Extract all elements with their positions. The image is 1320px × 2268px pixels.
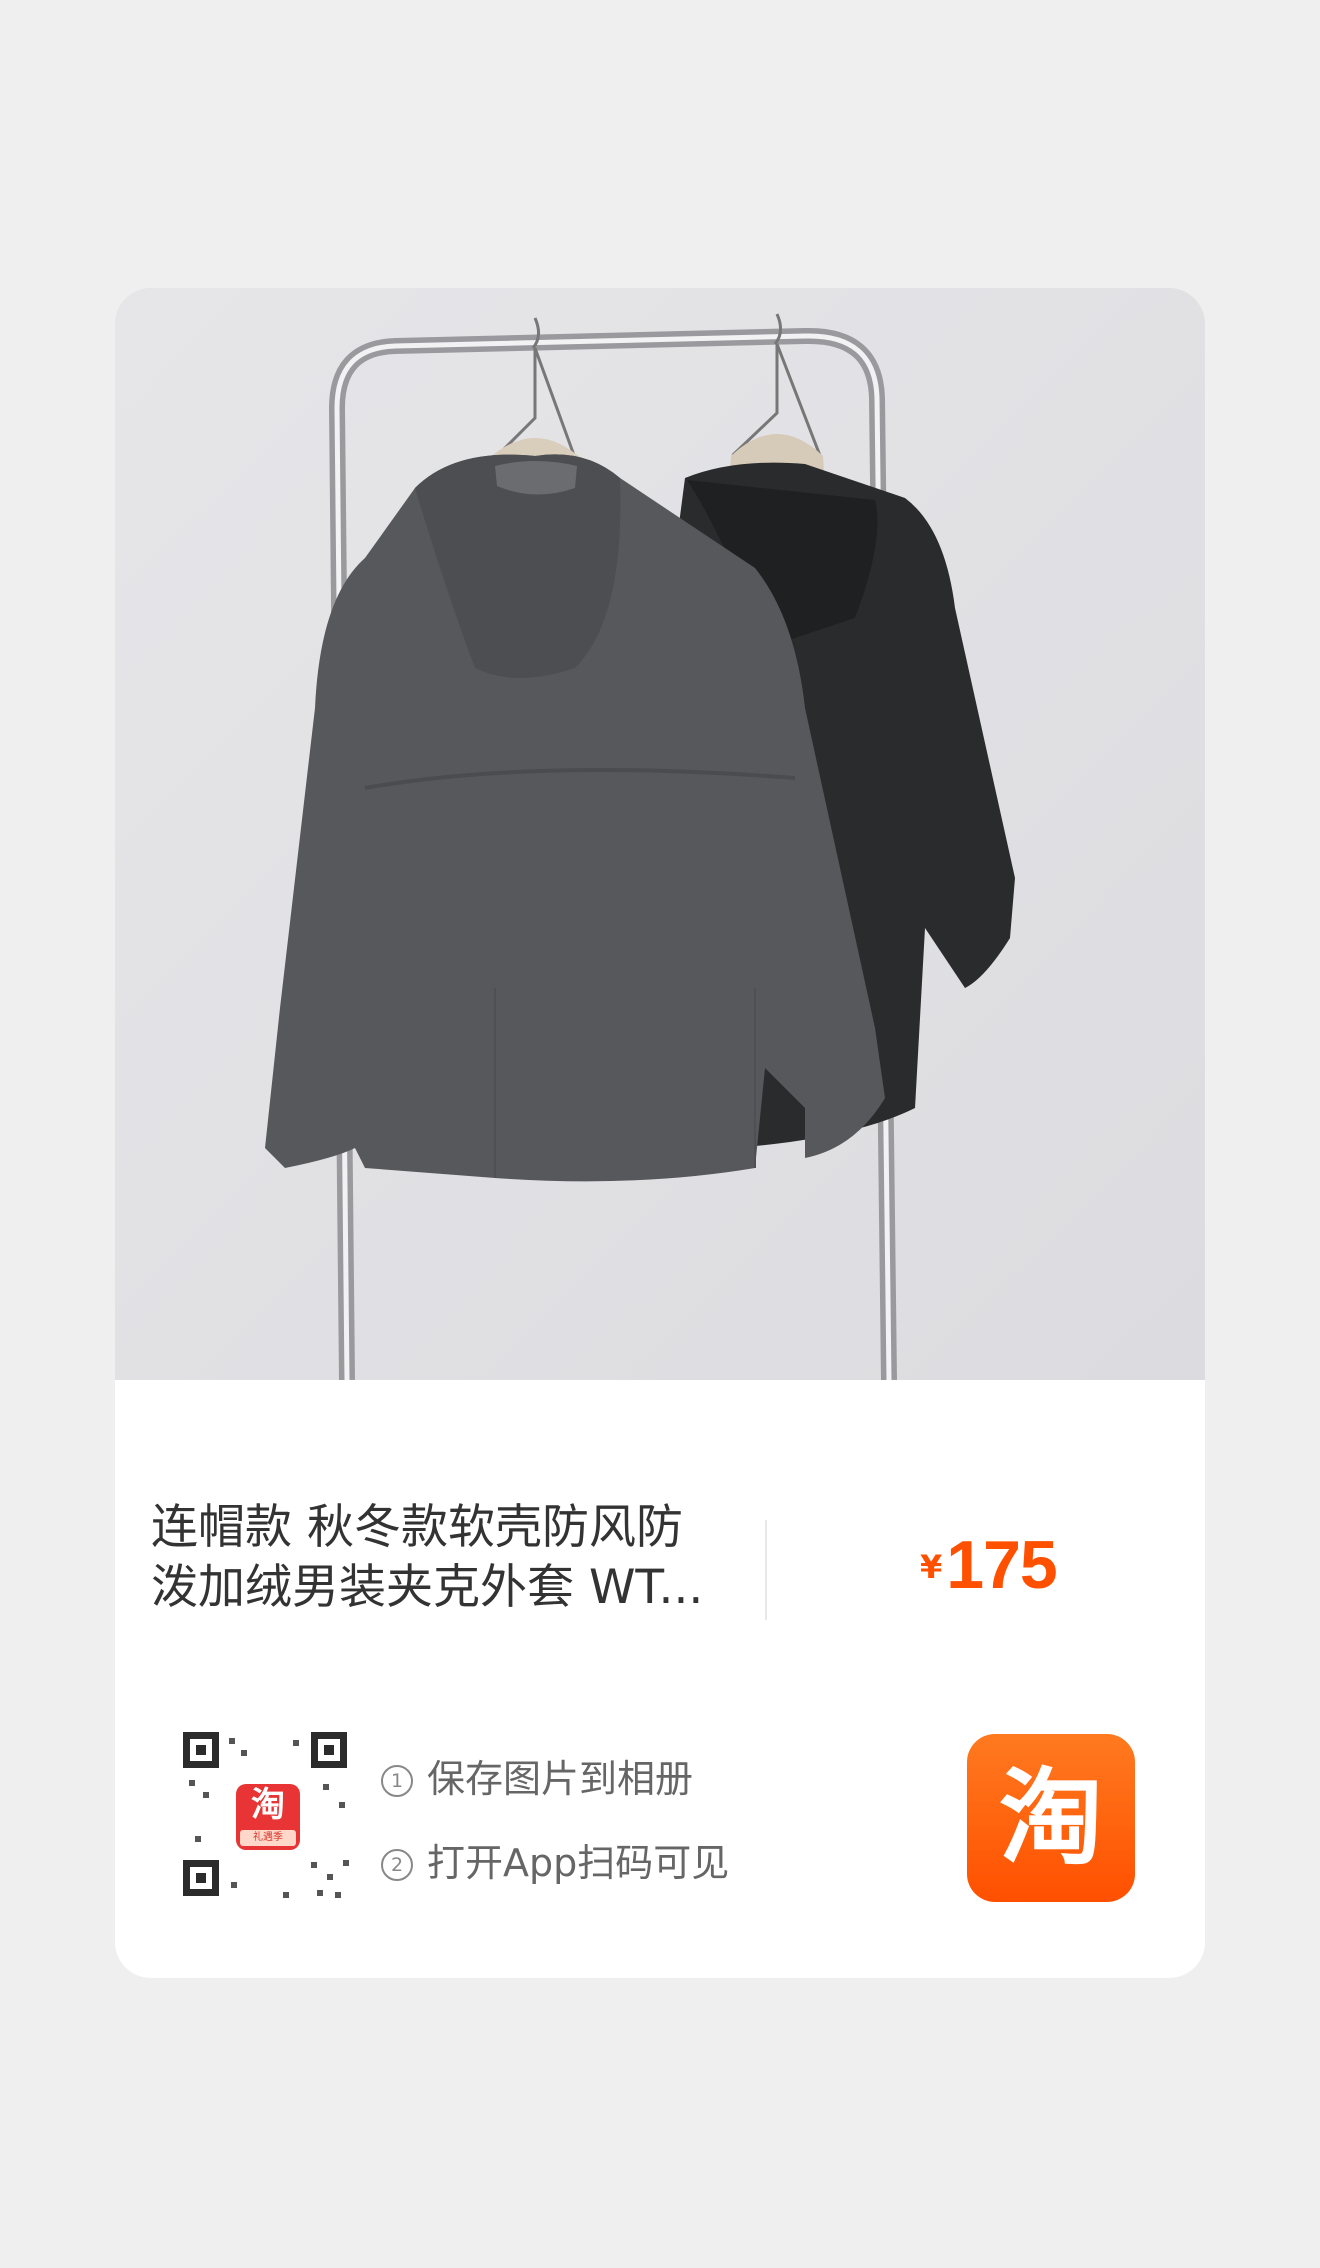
price-amount: 175	[946, 1527, 1057, 1603]
taobao-logo-glyph: 淘	[998, 1757, 1103, 1879]
product-title-line-1: 连帽款 秋冬款软壳防风防	[151, 1500, 683, 1555]
qr-finder	[183, 1860, 219, 1896]
instruction-step-2: 2 打开App扫码可见	[381, 1838, 729, 1888]
qr-center-logo: 淘 礼遇季	[236, 1784, 300, 1850]
product-photo	[115, 288, 1205, 1380]
price-currency: ¥	[920, 1548, 943, 1586]
instruction-step-1: 1 保存图片到相册	[381, 1754, 693, 1804]
step-number-2: 2	[381, 1849, 413, 1881]
step-number-1: 1	[381, 1765, 413, 1797]
divider	[765, 1520, 767, 1620]
step-text-2: 打开App扫码可见	[427, 1841, 730, 1885]
qr-finder	[311, 1732, 347, 1768]
product-share-card: 连帽款 秋冬款软壳防风防 泼加绒男装夹克外套 WT... ¥175 淘 礼遇季 …	[115, 288, 1205, 1978]
qr-logo-glyph: 淘	[251, 1785, 285, 1825]
product-title[interactable]: 连帽款 秋冬款软壳防风防 泼加绒男装夹克外套 WT...	[151, 1498, 751, 1626]
qr-code: 淘 礼遇季	[183, 1732, 355, 1904]
qr-finder	[183, 1732, 219, 1768]
taobao-app-icon[interactable]: 淘	[967, 1734, 1135, 1902]
product-title-line-2: 泼加绒男装夹克外套 WT...	[151, 1560, 704, 1615]
product-price: ¥175	[920, 1526, 1058, 1604]
qr-logo-subtitle: 礼遇季	[240, 1830, 296, 1846]
step-text-1: 保存图片到相册	[427, 1757, 694, 1801]
